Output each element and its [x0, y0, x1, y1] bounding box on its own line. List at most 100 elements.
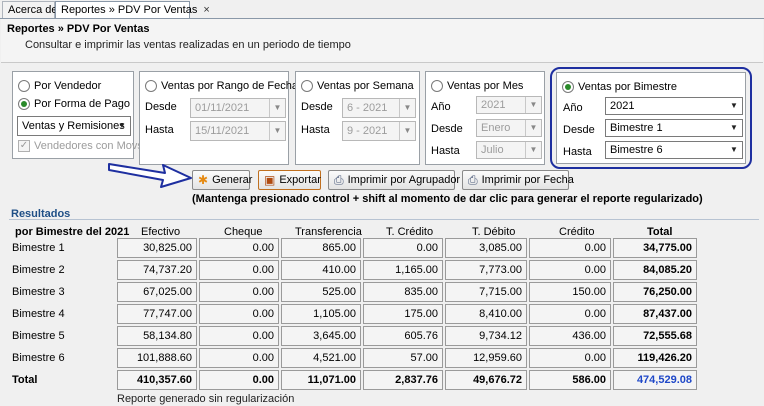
close-icon[interactable]: ×: [203, 4, 209, 16]
select-value: 6 - 2021: [347, 102, 388, 114]
chevron-down-icon: ▼: [525, 97, 541, 113]
forma-pago-select[interactable]: Ventas y Remisiones ▼: [17, 116, 131, 136]
results-divider: [9, 219, 759, 220]
radio-por-vendedor[interactable]: Por Vendedor: [18, 80, 101, 92]
table-cell: 150.00: [529, 282, 611, 302]
tab-acerca-de[interactable]: Acerca de: [2, 1, 58, 18]
highlight-ring: [550, 67, 752, 169]
table-cell: 87,437.00: [613, 304, 697, 324]
table-cell: 0.00: [199, 260, 279, 280]
table-cell: 7,715.00: [445, 282, 527, 302]
row-label: Bimestre 3: [12, 286, 65, 298]
row-label: Bimestre 4: [12, 308, 65, 320]
page-header: Reportes » PDV Por Ventas Consultar e im…: [1, 19, 763, 63]
radio-icon: [301, 80, 313, 92]
table-cell: 410.00: [281, 260, 361, 280]
select-value: Ventas y Remisiones: [22, 120, 125, 132]
grouping-panel: Por Vendedor Por Forma de Pago Ventas y …: [12, 71, 143, 159]
desde-label: Desde: [431, 123, 463, 135]
arrow-annotation-icon: [108, 163, 192, 188]
month-panel: Ventas por Mes Año 2021 ▼ Desde Enero ▼ Ha…: [425, 71, 545, 165]
table-cell: 0.00: [363, 238, 443, 258]
col-header-cheque: Cheque: [224, 226, 263, 238]
radio-por-forma-de-pago[interactable]: Por Forma de Pago: [18, 98, 130, 110]
table-cell: 0.00: [529, 348, 611, 368]
table-cell: 9,734.12: [445, 326, 527, 346]
col-header-efectivo: Efectivo: [141, 226, 181, 238]
mes-desde-select[interactable]: Enero ▼: [476, 119, 542, 137]
row-label: Bimestre 1: [12, 242, 65, 254]
tab-pdv-por-ventas[interactable]: Reportes » PDV Por Ventas ×: [55, 1, 210, 18]
button-label: Generar: [212, 174, 253, 186]
radio-icon: [18, 80, 30, 92]
table-cell: 1,105.00: [281, 304, 361, 324]
table-cell: 74,737.20: [117, 260, 197, 280]
radio-rango-fechas[interactable]: Ventas por Rango de Fechas: [145, 80, 303, 92]
checkbox-label: Vendedores con Movs: [34, 140, 143, 152]
chevron-down-icon: ▼: [399, 122, 415, 140]
export-icon: ▣: [264, 173, 276, 187]
table-cell: 67,025.00: [117, 282, 197, 302]
mes-anio-select[interactable]: 2021 ▼: [476, 96, 542, 114]
radio-label: Por Vendedor: [34, 80, 102, 92]
semana-hasta-select[interactable]: 9 - 2021 ▼: [342, 121, 416, 141]
col-header-transferencia: Transferencia: [295, 226, 362, 238]
select-value: Enero: [481, 122, 511, 134]
date-range-panel: Ventas por Rango de Fechas Desde 01/11/2…: [139, 71, 303, 165]
radio-selected-icon: [18, 98, 30, 110]
total-cell: 586.00: [529, 370, 611, 390]
imprimir-fecha-button[interactable]: ⎙ Imprimir por Fecha: [462, 170, 574, 190]
table-cell: 76,250.00: [613, 282, 697, 302]
hasta-label: Hasta: [145, 124, 174, 136]
row-label: Bimestre 5: [12, 330, 65, 342]
radio-label: Ventas por Rango de Fechas: [161, 80, 304, 92]
anio-label: Año: [431, 101, 451, 113]
page-subtitle: Consultar e imprimir las ventas realizad…: [25, 39, 351, 51]
col-header-credito: Crédito: [559, 226, 595, 238]
generar-button[interactable]: ✱ Generar: [192, 170, 253, 190]
button-label: Imprimir por Fecha: [481, 174, 574, 186]
table-cell: 30,825.00: [117, 238, 197, 258]
table-cell: 101,888.60: [117, 348, 197, 368]
desde-label: Desde: [145, 101, 177, 113]
table-cell: 4,521.00: [281, 348, 361, 368]
table-cell: 835.00: [363, 282, 443, 302]
table-cell: 84,085.20: [613, 260, 697, 280]
tab-label: Reportes » PDV Por Ventas: [61, 4, 198, 16]
table-cell: 58,134.80: [117, 326, 197, 346]
table-cell: 865.00: [281, 238, 361, 258]
table-cell: 605.76: [363, 326, 443, 346]
select-value: Julio: [481, 144, 504, 156]
week-panel: Ventas por Semana Desde 6 - 2021 ▼ Hasta …: [295, 71, 420, 165]
total-cell: 0.00: [199, 370, 279, 390]
radio-semana[interactable]: Ventas por Semana: [301, 80, 414, 92]
date-value: 15/11/2021: [195, 125, 250, 137]
radio-label: Por Forma de Pago: [34, 98, 130, 110]
rango-hasta-date[interactable]: 15/11/2021 ▼: [190, 121, 286, 141]
chevron-down-icon: ▼: [399, 99, 415, 117]
mes-hasta-select[interactable]: Julio ▼: [476, 141, 542, 159]
tab-label: Acerca de: [8, 4, 58, 16]
total-row-label: Total: [12, 374, 38, 386]
table-cell: 77,747.00: [117, 304, 197, 324]
page-title: Reportes » PDV Por Ventas: [7, 23, 150, 35]
printer-icon: ⎙: [468, 173, 478, 187]
semana-desde-select[interactable]: 6 - 2021 ▼: [342, 98, 416, 118]
button-label: Imprimir por Agrupador: [347, 174, 461, 186]
exportar-button[interactable]: ▣ Exportar: [258, 170, 321, 190]
imprimir-agrupador-button[interactable]: ⎙ Imprimir por Agrupador: [328, 170, 460, 190]
table-cell: 525.00: [281, 282, 361, 302]
select-value: 2021: [481, 99, 506, 111]
table-cell: 34,775.00: [613, 238, 697, 258]
total-cell: 474,529.08: [613, 370, 697, 390]
printer-icon: ⎙: [334, 173, 344, 187]
radio-label: Ventas por Mes: [447, 80, 524, 92]
checkbox-vendedores-con-movs[interactable]: ✓ Vendedores con Movs: [18, 140, 143, 152]
table-cell: 0.00: [529, 304, 611, 324]
row-label: Bimestre 6: [12, 352, 65, 364]
table-cell: 119,426.20: [613, 348, 697, 368]
rango-desde-date[interactable]: 01/11/2021 ▼: [190, 98, 286, 118]
table-cell: 0.00: [199, 238, 279, 258]
chevron-down-icon: ▼: [269, 122, 285, 140]
radio-mes[interactable]: Ventas por Mes: [431, 80, 523, 92]
